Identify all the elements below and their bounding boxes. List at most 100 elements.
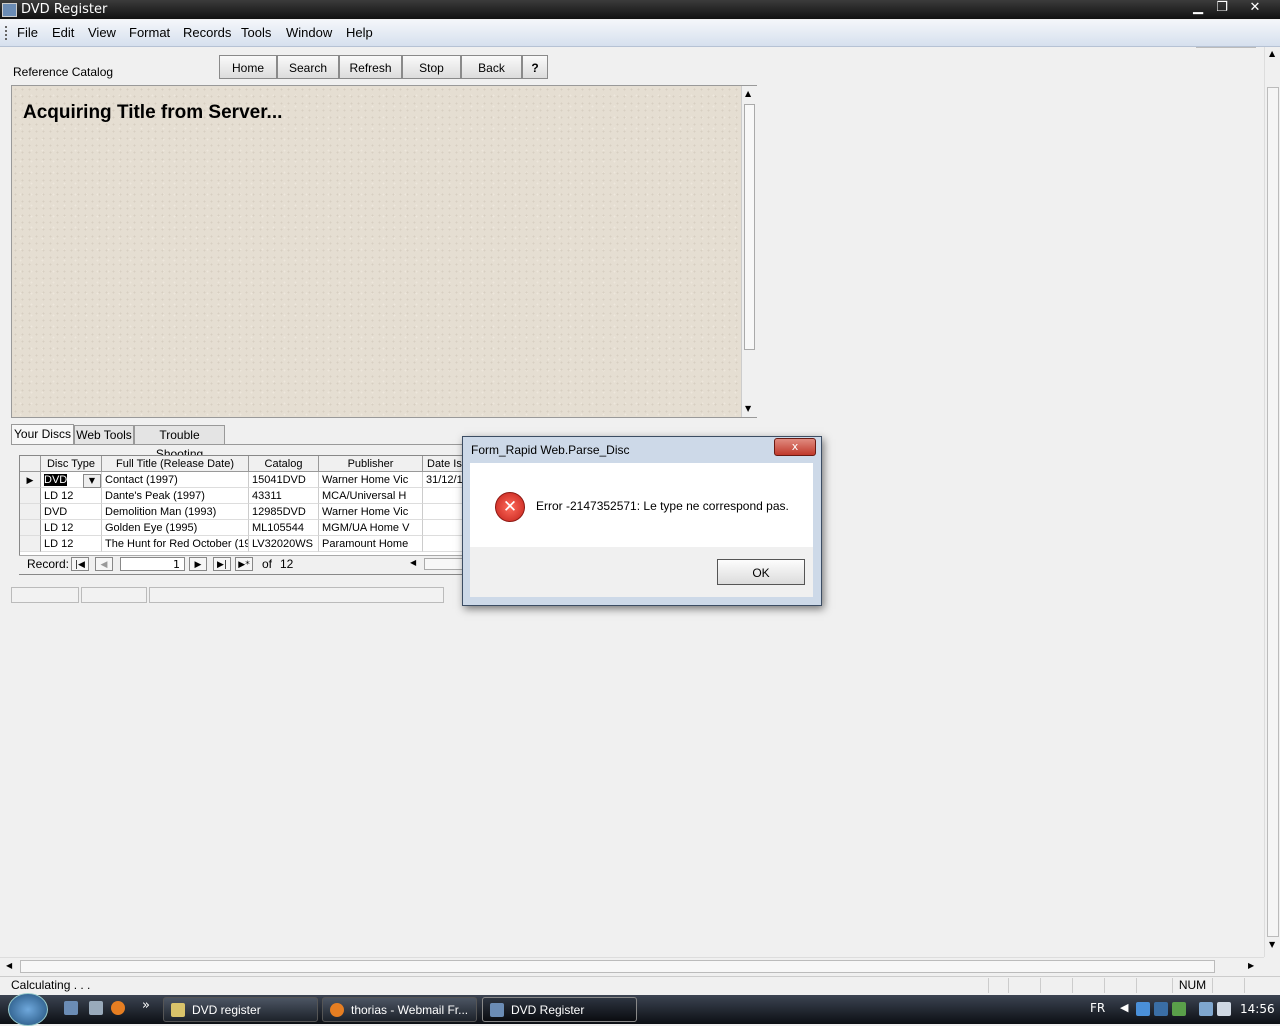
column-header-title[interactable]: Full Title (Release Date) [102, 456, 249, 472]
grid-scroll-left-icon[interactable]: ◀ [410, 558, 416, 567]
disc-type-cell[interactable]: DVD [41, 504, 102, 520]
tab-web-tools[interactable]: Web Tools [74, 425, 134, 444]
status-text: Calculating . . . [11, 978, 91, 992]
form-vertical-scrollbar[interactable]: ▲ ▼ [1264, 47, 1280, 957]
tray-volume-icon[interactable] [1217, 1002, 1231, 1016]
menu-records[interactable]: Records [183, 25, 231, 40]
browser-scrollbar[interactable]: ▲ ▼ [741, 86, 757, 417]
tab-trouble-shooting[interactable]: Trouble Shooting [134, 425, 225, 461]
scroll-up-icon[interactable]: ▲ [1269, 49, 1275, 58]
tray-connection-icon[interactable] [1199, 1002, 1213, 1016]
taskbar-item-dvd-register-folder[interactable]: DVD register [163, 997, 318, 1022]
column-header-publisher[interactable]: Publisher [319, 456, 423, 472]
menu-edit[interactable]: Edit [52, 25, 74, 40]
tray-network-icon[interactable] [1136, 1002, 1150, 1016]
browser-scroll-down-icon[interactable]: ▼ [745, 404, 751, 413]
minimize-button[interactable]: ▁ [1186, 0, 1210, 16]
publisher-cell[interactable]: Warner Home Vic [319, 472, 423, 488]
dropdown-arrow-icon[interactable]: ▼ [83, 474, 101, 488]
taskbar-item-webmail[interactable]: thorias - Webmail Fr... [322, 997, 477, 1022]
column-header-catalog[interactable]: Catalog [249, 456, 319, 472]
refresh-button[interactable]: Refresh [339, 55, 402, 79]
start-button[interactable] [8, 993, 48, 1026]
menu-tools[interactable]: Tools [241, 25, 271, 40]
first-record-icon[interactable]: |◀ [71, 557, 89, 571]
tab-your-discs[interactable]: Your Discs [11, 424, 74, 445]
next-record-icon[interactable]: ▶ [189, 557, 207, 571]
menu-help[interactable]: Help [346, 25, 373, 40]
record-of-label: of [262, 557, 273, 571]
hscroll-right-icon[interactable]: ▶ [1248, 961, 1254, 970]
help-button[interactable]: ? [522, 55, 548, 79]
disc-type-cell[interactable]: LD 12 [41, 488, 102, 504]
status-box-2 [81, 587, 147, 603]
scroll-down-icon[interactable]: ▼ [1269, 940, 1275, 949]
menu-format[interactable]: Format [129, 25, 170, 40]
row-selector[interactable] [20, 536, 41, 552]
ok-button[interactable]: OK [717, 559, 805, 585]
status-cell [1244, 978, 1280, 993]
dialog-close-button[interactable]: x [774, 438, 816, 456]
record-total: 12 [280, 557, 294, 571]
column-header-disc-type[interactable]: Disc Type [41, 456, 102, 472]
disc-type-cell[interactable]: LD 12 [41, 536, 102, 552]
catalog-cell[interactable]: LV32020WS [249, 536, 319, 552]
status-cell [1212, 978, 1244, 993]
tray-expand-icon[interactable]: ◀ [1120, 1001, 1128, 1014]
title-cell[interactable]: Contact (1997) [102, 472, 249, 488]
search-button[interactable]: Search [277, 55, 339, 79]
status-cell [1072, 978, 1104, 993]
scroll-thumb[interactable] [1267, 87, 1279, 937]
browser-scroll-up-icon[interactable]: ▲ [745, 89, 751, 98]
publisher-cell[interactable]: MCA/Universal H [319, 488, 423, 504]
disc-type-cell[interactable]: LD 12 [41, 520, 102, 536]
menu-file[interactable]: File [17, 25, 38, 40]
menu-view[interactable]: View [88, 25, 116, 40]
hscroll-left-icon[interactable]: ◀ [6, 961, 12, 970]
tray-security-icon[interactable] [1154, 1002, 1168, 1016]
clock[interactable]: 14:56 [1240, 1002, 1275, 1016]
catalog-cell[interactable]: ML105544 [249, 520, 319, 536]
form-horizontal-scrollbar[interactable]: ◀ ▶ [0, 957, 1264, 975]
quicklaunch-more-icon[interactable]: » [142, 998, 150, 1013]
app-icon [2, 3, 17, 17]
row-selector[interactable] [20, 520, 41, 536]
section-label: Reference Catalog [13, 65, 114, 79]
catalog-cell[interactable]: 12985DVD [249, 504, 319, 520]
switch-windows-icon[interactable] [89, 1001, 103, 1015]
access-app-icon [490, 1003, 504, 1017]
row-selector[interactable] [20, 504, 41, 520]
firefox-quicklaunch-icon[interactable] [111, 1001, 125, 1015]
publisher-cell[interactable]: Warner Home Vic [319, 504, 423, 520]
catalog-cell[interactable]: 15041DVD [249, 472, 319, 488]
web-browser-pane[interactable]: Acquiring Title from Server... ▲ ▼ [11, 85, 757, 418]
hscroll-thumb[interactable] [20, 960, 1215, 973]
last-record-icon[interactable]: ▶| [213, 557, 231, 571]
restore-button[interactable]: ❐ [1210, 0, 1234, 16]
record-label: Record: [27, 557, 70, 571]
menu-window[interactable]: Window [286, 25, 332, 40]
title-cell[interactable]: Dante's Peak (1997) [102, 488, 249, 504]
new-record-icon[interactable]: ▶* [235, 557, 253, 571]
previous-record-icon[interactable]: ◀ [95, 557, 113, 571]
tray-update-icon[interactable] [1172, 1002, 1186, 1016]
stop-button[interactable]: Stop [402, 55, 461, 79]
publisher-cell[interactable]: Paramount Home [319, 536, 423, 552]
catalog-cell[interactable]: 43311 [249, 488, 319, 504]
title-cell[interactable]: Golden Eye (1995) [102, 520, 249, 536]
back-button[interactable]: Back [461, 55, 522, 79]
home-button[interactable]: Home [219, 55, 277, 79]
title-cell[interactable]: Demolition Man (1993) [102, 504, 249, 520]
row-selector-current[interactable]: ▶ [20, 472, 41, 488]
row-selector[interactable] [20, 488, 41, 504]
disc-type-cell[interactable]: DVD [44, 474, 68, 486]
browser-scroll-thumb[interactable] [744, 104, 755, 350]
close-window-button[interactable]: ✕ [1243, 0, 1267, 16]
grid-horizontal-thumb[interactable] [424, 558, 466, 570]
publisher-cell[interactable]: MGM/UA Home V [319, 520, 423, 536]
language-indicator[interactable]: FR [1090, 1001, 1105, 1015]
show-desktop-icon[interactable] [64, 1001, 78, 1015]
title-cell[interactable]: The Hunt for Red October (19 [102, 536, 249, 552]
taskbar-item-dvd-register-app[interactable]: DVD Register [482, 997, 637, 1022]
current-record-field[interactable]: 1 [120, 557, 185, 571]
